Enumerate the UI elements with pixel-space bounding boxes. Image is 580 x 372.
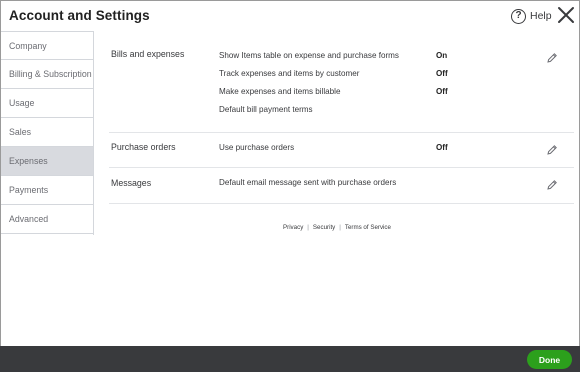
setting-label: Track expenses and items by customer: [219, 69, 360, 78]
page-title: Account and Settings: [9, 8, 150, 23]
sidebar-item-advanced[interactable]: Advanced: [1, 205, 93, 234]
pencil-icon: [547, 53, 557, 63]
footer-separator: |: [307, 224, 309, 231]
section-title: Bills and expenses: [111, 49, 185, 59]
privacy-link[interactable]: Privacy: [283, 224, 303, 231]
sidebar-item-billing-subscription[interactable]: Billing & Subscription: [1, 60, 93, 89]
help-icon: ?: [511, 8, 526, 24]
edit-purchase-orders-button[interactable]: [546, 143, 558, 155]
sidebar-item-sales[interactable]: Sales: [1, 118, 93, 147]
security-link[interactable]: Security: [313, 224, 335, 231]
pencil-icon: [547, 180, 557, 190]
setting-label: Default email message sent with purchase…: [219, 178, 397, 187]
section-messages[interactable]: Messages Default email message sent with…: [109, 168, 574, 204]
edit-bills-button[interactable]: [546, 51, 558, 63]
footer-links: Privacy | Security | Terms of Service: [283, 224, 391, 231]
footer-separator: |: [339, 224, 341, 231]
setting-value: Off: [436, 69, 448, 78]
sidebar-item-label: Payments: [9, 185, 49, 195]
section-title: Messages: [111, 178, 152, 188]
done-button[interactable]: Done: [527, 350, 572, 369]
sidebar-item-usage[interactable]: Usage: [1, 89, 93, 118]
setting-value: Off: [436, 143, 448, 152]
sidebar-item-label: Expenses: [9, 156, 48, 166]
help-label: Help: [530, 10, 552, 22]
section-bills-and-expenses[interactable]: Bills and expenses Show Items table on e…: [109, 41, 574, 133]
pencil-icon: [547, 145, 557, 155]
sidebar-item-expenses[interactable]: Expenses: [1, 147, 93, 176]
settings-content: Bills and expenses Show Items table on e…: [109, 41, 574, 204]
terms-of-service-link[interactable]: Terms of Service: [345, 224, 391, 231]
edit-messages-button[interactable]: [546, 178, 558, 190]
sidebar-item-label: Sales: [9, 127, 32, 137]
setting-value: On: [436, 51, 448, 60]
bottom-action-bar: [0, 346, 580, 372]
close-button[interactable]: [556, 5, 576, 25]
section-title: Purchase orders: [111, 142, 176, 152]
sidebar-item-label: Advanced: [9, 214, 49, 224]
settings-sidebar: Company Billing & Subscription Usage Sal…: [1, 31, 94, 235]
dialog-header: Account and Settings ? Help: [1, 1, 579, 31]
sidebar-item-payments[interactable]: Payments: [1, 176, 93, 205]
setting-label: Show Items table on expense and purchase…: [219, 51, 399, 60]
sidebar-item-company[interactable]: Company: [1, 31, 93, 60]
close-icon: [558, 7, 574, 23]
help-button[interactable]: ? Help: [511, 7, 552, 25]
section-purchase-orders[interactable]: Purchase orders Use purchase orders Off: [109, 133, 574, 168]
setting-value: Off: [436, 87, 448, 96]
setting-label: Default bill payment terms: [219, 105, 313, 114]
setting-label: Make expenses and items billable: [219, 87, 341, 96]
sidebar-item-label: Company: [9, 40, 47, 51]
settings-dialog: Account and Settings ? Help Company Bill…: [0, 0, 580, 372]
sidebar-item-label: Billing & Subscription: [9, 69, 92, 79]
sidebar-item-label: Usage: [9, 98, 35, 108]
setting-label: Use purchase orders: [219, 143, 295, 152]
